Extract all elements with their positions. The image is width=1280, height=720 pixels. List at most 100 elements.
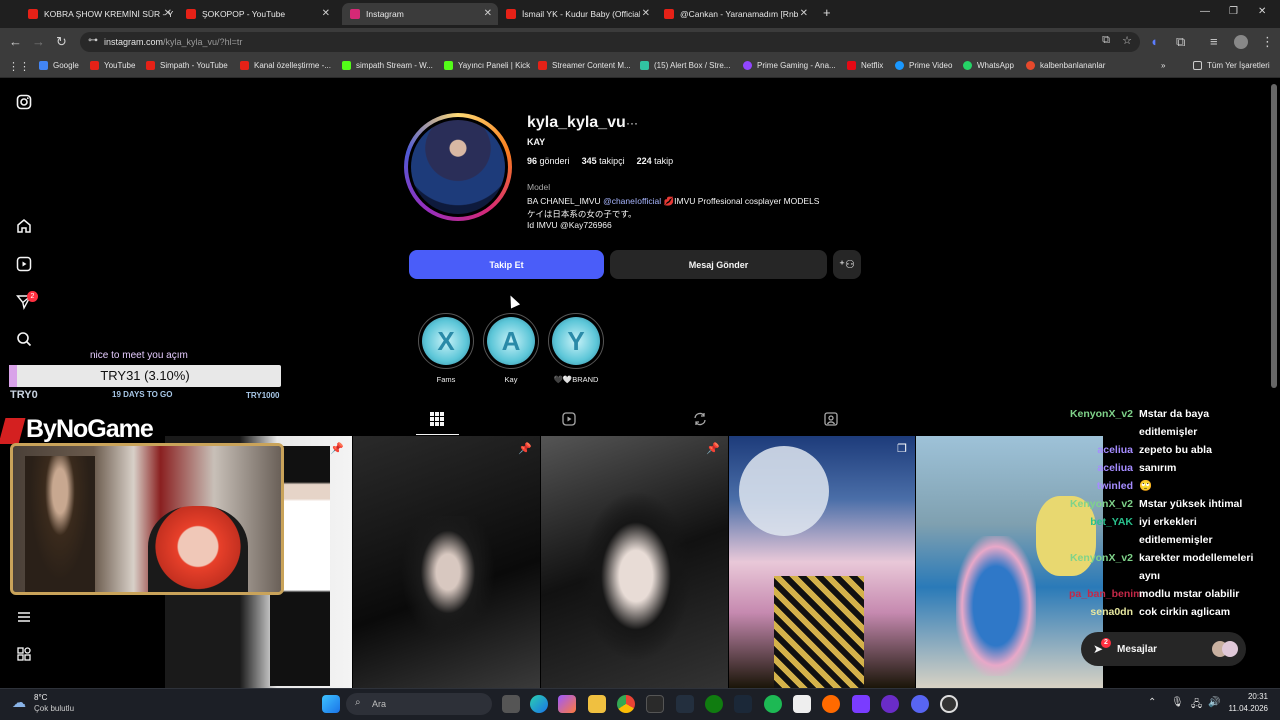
clipchamp-icon[interactable] — [852, 695, 870, 713]
new-tab-button[interactable]: + — [823, 5, 831, 20]
steam-icon[interactable] — [734, 695, 752, 713]
grid-tab-icon[interactable] — [430, 412, 444, 429]
media-app-icon[interactable] — [881, 695, 899, 713]
spotify-icon[interactable] — [764, 695, 782, 713]
highlight-brand[interactable]: Y 🖤🤍BRAND — [548, 313, 604, 384]
page-scrollbar[interactable] — [1271, 84, 1277, 388]
weather-icon[interactable]: ☁ — [12, 694, 26, 711]
task-view-icon[interactable] — [502, 695, 520, 713]
webcam-overlay — [10, 443, 284, 595]
highlight-fams[interactable]: X Fams — [418, 313, 474, 384]
apps-icon[interactable]: ⋮⋮ — [8, 60, 30, 73]
following-stat[interactable]: 224 takip — [637, 156, 674, 166]
clock-date[interactable]: 11.04.2026 — [1218, 704, 1268, 713]
bookmark-kick[interactable]: Yayıncı Paneli | Kick — [444, 61, 530, 70]
epic-games-icon[interactable] — [646, 695, 664, 713]
forward-icon[interactable]: → — [32, 34, 45, 49]
bookmark-whatsapp[interactable]: WhatsApp — [963, 61, 1014, 70]
youtube-icon — [28, 9, 38, 19]
profile-avatar[interactable] — [404, 113, 512, 221]
tagged-tab-icon[interactable] — [824, 412, 838, 429]
bio-mention-link[interactable]: @chaneIofficial — [603, 196, 661, 206]
network-icon[interactable]: 🖧 — [1191, 697, 1202, 714]
tab-2[interactable]: ŞOKOPOP - YouTube ✕ — [186, 3, 336, 25]
message-button[interactable]: Mesaj Gönder — [610, 250, 827, 279]
messages-badge: 2 — [1101, 638, 1111, 648]
tab-1[interactable]: KOBRA ŞHOW KREMİNİ SÜR - Y ✕ — [28, 3, 178, 25]
weather-desc: Çok bulutlu — [34, 704, 75, 713]
xbox-icon[interactable] — [705, 695, 723, 713]
amazon-icon[interactable] — [676, 695, 694, 713]
tab-3[interactable]: Instagram ✕ — [342, 3, 498, 25]
bookmark-netflix[interactable]: Netflix — [847, 61, 883, 70]
menu-icon[interactable]: ⋮ — [1261, 34, 1274, 50]
post-2[interactable]: 📌 — [353, 436, 540, 688]
site-info-icon[interactable]: ⊶ — [88, 35, 98, 46]
options-icon[interactable]: ··· — [626, 116, 638, 130]
chrome-icon[interactable] — [617, 695, 635, 713]
tab-4[interactable]: İsmail YK - Kudur Baby (Official ✕ — [506, 3, 656, 25]
reels-tab-icon[interactable] — [562, 412, 576, 429]
home-icon[interactable] — [14, 218, 34, 238]
bookmark-prime-gaming[interactable]: Prime Gaming - Ana... — [743, 61, 836, 70]
bookmark-youtube[interactable]: YouTube — [90, 61, 135, 70]
close-icon[interactable]: ✕ — [800, 8, 808, 19]
back-icon[interactable]: ← — [9, 34, 22, 49]
edge-icon[interactable] — [530, 695, 548, 713]
also-from-meta-icon[interactable] — [14, 646, 34, 666]
posts-stat[interactable]: 96 gönderi — [527, 156, 570, 166]
capcut-icon[interactable] — [793, 695, 811, 713]
bookmark-kalbenbanlananlar[interactable]: kalbenbanlananlar — [1026, 61, 1105, 70]
bookmark-kanal[interactable]: Kanal özelleştirme -... — [240, 61, 331, 70]
file-explorer-icon[interactable] — [588, 695, 606, 713]
profile-avatar[interactable] — [1234, 35, 1248, 49]
clock-time[interactable]: 20:31 — [1228, 692, 1268, 701]
close-icon[interactable]: ✕ — [642, 8, 650, 19]
bookmarks-overflow-icon[interactable]: » — [1161, 61, 1165, 70]
ea-icon[interactable] — [822, 695, 840, 713]
bio-line-1: BA CHANEL_IMVU @chaneIofficial 💋IMVU Pro… — [527, 196, 820, 206]
post-3[interactable]: 📌 — [541, 436, 728, 688]
tray-chevron-icon[interactable]: ⌃ — [1148, 697, 1156, 708]
close-window-icon[interactable]: ✕ — [1258, 6, 1266, 17]
all-bookmarks-folder[interactable]: Tüm Yer İşaretleri — [1193, 61, 1270, 70]
restore-icon[interactable]: ❐ — [1229, 6, 1238, 17]
youtube-icon — [506, 9, 516, 19]
highlight-kay[interactable]: A Kay — [483, 313, 539, 384]
bookmark-streamer-content[interactable]: Streamer Content M... — [538, 61, 631, 70]
microphone-icon[interactable]: 🎙 — [1171, 697, 1184, 708]
followers-stat[interactable]: 345 takipçi — [582, 156, 625, 166]
bookmark-simpath-stream[interactable]: simpath Stream - W... — [342, 61, 433, 70]
bookmark-simpath-youtube[interactable]: Simpath - YouTube — [146, 61, 228, 70]
obs-icon[interactable] — [940, 695, 958, 713]
messages-dock[interactable]: ➤ 2 Mesajlar — [1081, 632, 1246, 666]
search-icon[interactable] — [14, 331, 34, 351]
post-4[interactable]: ❐ — [729, 436, 915, 688]
menu-icon[interactable] — [14, 609, 34, 629]
reels-icon[interactable] — [14, 256, 34, 276]
youtube-icon — [186, 9, 196, 19]
taskbar-search[interactable]: ⌕ Ara — [346, 693, 492, 715]
copilot-icon[interactable] — [558, 695, 576, 713]
close-icon[interactable]: ✕ — [484, 8, 492, 19]
discord-icon[interactable] — [911, 695, 929, 713]
tab-5[interactable]: @Cankan - Yaranamadım [Rnb ✕ — [664, 3, 814, 25]
instagram-logo-icon[interactable] — [14, 94, 34, 114]
bookmark-star-icon[interactable]: ☆ — [1122, 34, 1132, 47]
bookmark-google[interactable]: Google — [39, 61, 79, 70]
install-icon[interactable]: ⧉ — [1102, 34, 1110, 47]
bookmark-prime-video[interactable]: Prime Video — [895, 61, 952, 70]
close-icon[interactable]: ✕ — [164, 8, 172, 19]
reposts-tab-icon[interactable] — [693, 412, 707, 429]
start-icon[interactable] — [322, 695, 340, 713]
extension-icon[interactable]: ◖ — [1150, 34, 1158, 49]
suggest-user-icon[interactable]: ⁺⚇ — [833, 250, 861, 279]
close-icon[interactable]: ✕ — [322, 8, 330, 19]
bookmark-alert-box[interactable]: (15) Alert Box / Stre... — [640, 61, 730, 70]
extensions-icon[interactable]: ⧉ — [1176, 34, 1185, 50]
media-icon[interactable]: ≡ — [1210, 34, 1218, 49]
follow-button[interactable]: Takip Et — [409, 250, 604, 279]
reload-icon[interactable]: ↻ — [56, 34, 67, 50]
minimize-icon[interactable]: — — [1200, 6, 1210, 17]
address-bar[interactable]: ⊶ instagram.com/kyla_kyla_vu/?hl=tr ⧉ ☆ — [80, 32, 1140, 52]
